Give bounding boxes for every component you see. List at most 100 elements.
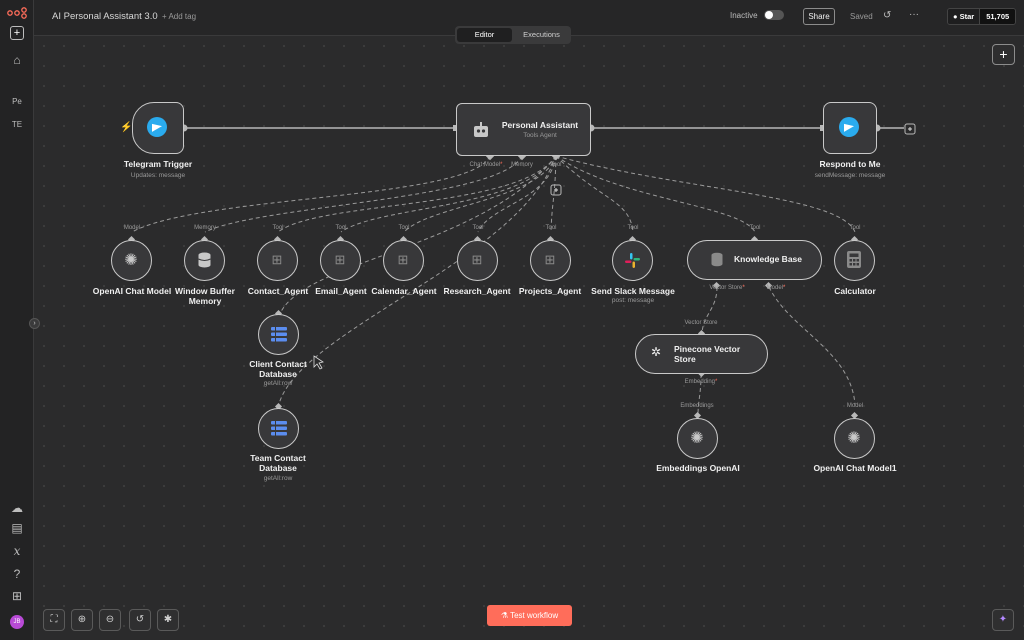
port-tool-label: Tool bbox=[398, 225, 410, 231]
more-options-icon[interactable]: ··· bbox=[909, 9, 919, 20]
port-embedding-label: Embedding* bbox=[684, 379, 718, 385]
window-memory-label: Window Buffer Memory bbox=[175, 286, 235, 306]
pinecone-node[interactable]: ✲ Pinecone Vector Store bbox=[635, 334, 768, 374]
tab-executions[interactable]: Executions bbox=[514, 28, 569, 42]
workflow-tool-icon: ⊞ bbox=[471, 252, 483, 267]
active-toggle-group: Inactive bbox=[730, 10, 784, 20]
table-icon bbox=[271, 327, 287, 342]
research-agent-node[interactable]: ⊞ bbox=[457, 240, 498, 281]
personal-assistant-sub: Tools Agent bbox=[523, 132, 557, 139]
github-star-count: 51,705 bbox=[979, 9, 1016, 24]
cloud-icon[interactable]: ☁ bbox=[9, 500, 25, 516]
port-tool-label: Tool bbox=[550, 162, 562, 168]
zoom-in-button[interactable]: ⊕ bbox=[71, 609, 93, 631]
port-tool-label: Tool bbox=[272, 225, 284, 231]
calendar-agent-node[interactable]: ⊞ bbox=[383, 240, 424, 281]
port-vector-store-label: Vector Store* bbox=[709, 285, 745, 291]
ai-assistant-button[interactable]: ✦ bbox=[992, 609, 1014, 631]
telegram-icon bbox=[839, 117, 859, 137]
projects-agent-label: Projects_Agent bbox=[518, 286, 582, 296]
collapse-sidebar-icon[interactable]: › bbox=[29, 318, 40, 329]
port-tool-label: Tool bbox=[472, 225, 484, 231]
telegram-icon bbox=[147, 117, 167, 137]
sidebar-item-te[interactable]: TE bbox=[9, 117, 25, 133]
saved-status: Saved bbox=[850, 12, 873, 21]
table-icon bbox=[271, 421, 287, 436]
respond-label: Respond to Me bbox=[819, 159, 881, 169]
projects-agent-node[interactable]: ⊞ bbox=[530, 240, 571, 281]
port-chat-model-label: Chat Model* bbox=[469, 162, 503, 168]
active-toggle[interactable] bbox=[763, 10, 784, 20]
port-memory-label: Memory bbox=[511, 162, 533, 168]
client-db-node[interactable] bbox=[258, 314, 299, 355]
port-tool-label: Tool bbox=[627, 225, 639, 231]
workflow-title[interactable]: AI Personal Assistant 3.0 bbox=[52, 11, 158, 22]
avatar[interactable]: JB bbox=[10, 615, 24, 629]
slack-node[interactable] bbox=[612, 240, 653, 281]
debug-button[interactable]: ✱ bbox=[157, 609, 179, 631]
port-embeddings-label: Embeddings bbox=[680, 403, 714, 409]
knowledge-base-label: Knowledge Base bbox=[733, 254, 803, 264]
view-tabs: Editor Executions bbox=[455, 26, 571, 44]
github-star-button[interactable]: ● Star 51,705 bbox=[947, 8, 1017, 25]
database-icon bbox=[198, 252, 211, 268]
openai-icon: ✺ bbox=[690, 430, 704, 447]
port-tool-label: Tool bbox=[335, 225, 347, 231]
email-agent-node[interactable]: ⊞ bbox=[320, 240, 361, 281]
embeddings-node[interactable]: ✺ bbox=[677, 418, 718, 459]
team-db-sub: getAll:row bbox=[263, 475, 293, 482]
team-db-node[interactable] bbox=[258, 408, 299, 449]
telegram-trigger-sub: Updates: message bbox=[130, 172, 186, 179]
port-tool-label: Tool bbox=[849, 225, 861, 231]
respond-node[interactable] bbox=[823, 102, 877, 154]
pinecone-label: Pinecone Vector Store bbox=[674, 344, 741, 364]
tab-editor[interactable]: Editor bbox=[457, 28, 512, 42]
workflow-tool-icon: ⊞ bbox=[271, 252, 283, 267]
openai-chat-model1-node[interactable]: ✺ bbox=[834, 418, 875, 459]
workflow-tool-icon: ⊞ bbox=[397, 252, 409, 267]
add-tag-link[interactable]: + Add tag bbox=[162, 12, 196, 21]
port-model-label: Model bbox=[123, 225, 141, 231]
personal-assistant-node[interactable]: Personal Assistant Tools Agent bbox=[456, 103, 591, 156]
openai-chat-model-label: OpenAI Chat Model bbox=[92, 286, 172, 296]
share-button[interactable]: Share bbox=[803, 8, 835, 25]
add-icon[interactable]: + bbox=[10, 26, 24, 40]
knowledge-base-node[interactable]: Knowledge Base bbox=[687, 240, 822, 280]
calculator-label: Calculator bbox=[834, 286, 876, 296]
variables-icon[interactable]: x bbox=[9, 543, 25, 559]
client-db-label: Client Contact Database bbox=[249, 359, 307, 379]
active-label: Inactive bbox=[730, 10, 758, 20]
reset-zoom-button[interactable]: ↺ bbox=[129, 609, 151, 631]
pinecone-icon: ✲ bbox=[650, 345, 662, 359]
n8n-logo-icon[interactable] bbox=[7, 7, 27, 19]
history-icon[interactable]: ↺ bbox=[883, 10, 891, 21]
home-icon[interactable]: ⌂ bbox=[9, 52, 25, 68]
calendar-agent-label: Calendar_Agent bbox=[371, 286, 437, 296]
gift-icon[interactable]: ⊞ bbox=[9, 588, 25, 604]
templates-icon[interactable]: ▤ bbox=[9, 520, 25, 536]
slack-icon bbox=[625, 253, 640, 268]
openai-chat-model-node[interactable]: ✺ bbox=[111, 240, 152, 281]
openai-chat-model1-label: OpenAI Chat Model1 bbox=[813, 463, 897, 473]
trigger-bolt-icon: ⚡ bbox=[120, 122, 133, 133]
slack-sub: post: message bbox=[611, 297, 655, 304]
calculator-icon bbox=[847, 251, 861, 268]
help-icon[interactable]: ? bbox=[9, 566, 25, 582]
app-root: + ⌂ Pe TE ☁ ▤ x ? ⊞ JB › AI Personal Ass… bbox=[0, 0, 1024, 640]
window-memory-node[interactable] bbox=[184, 240, 225, 281]
calculator-node[interactable] bbox=[834, 240, 875, 281]
workflow-tool-icon: ⊞ bbox=[334, 252, 346, 267]
workflow-tool-icon: ⊞ bbox=[544, 252, 556, 267]
port-tool-label: Tool bbox=[749, 225, 761, 231]
sidebar: + ⌂ Pe TE ☁ ▤ x ? ⊞ JB › bbox=[0, 0, 40, 640]
zoom-out-button[interactable]: ⊖ bbox=[99, 609, 121, 631]
port-memory-label: Memory bbox=[194, 225, 216, 231]
telegram-trigger-node[interactable] bbox=[132, 102, 184, 154]
fit-view-button[interactable]: ⛶ bbox=[43, 609, 65, 631]
github-star-label: ● Star bbox=[948, 9, 980, 24]
sidebar-item-pe[interactable]: Pe bbox=[9, 94, 25, 110]
add-node-button[interactable]: + bbox=[992, 44, 1015, 65]
test-workflow-button[interactable]: ⚗ Test workflow bbox=[487, 605, 572, 626]
contact-agent-node[interactable]: ⊞ bbox=[257, 240, 298, 281]
personal-assistant-label: Personal Assistant bbox=[501, 120, 579, 130]
